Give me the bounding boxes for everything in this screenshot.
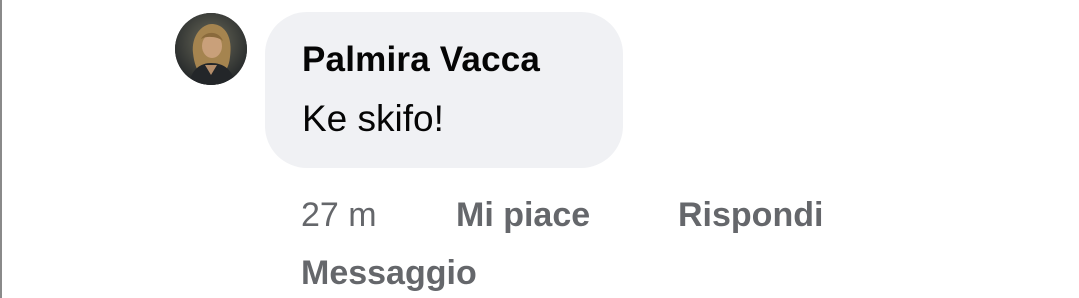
avatar[interactable] [175, 13, 247, 85]
like-button[interactable]: Mi piace [456, 196, 590, 235]
window-edge-divider [0, 0, 2, 298]
comment-author-name[interactable]: Palmira Vacca [302, 40, 540, 80]
message-button[interactable]: Messaggio [301, 254, 477, 293]
comment-bubble: Palmira Vacca Ke skifo! [265, 12, 623, 168]
comment-timestamp[interactable]: 27 m [301, 196, 377, 235]
comment-text: Ke skifo! [302, 98, 444, 139]
reply-button[interactable]: Rispondi [678, 196, 823, 235]
profile-photo-icon [175, 13, 247, 85]
